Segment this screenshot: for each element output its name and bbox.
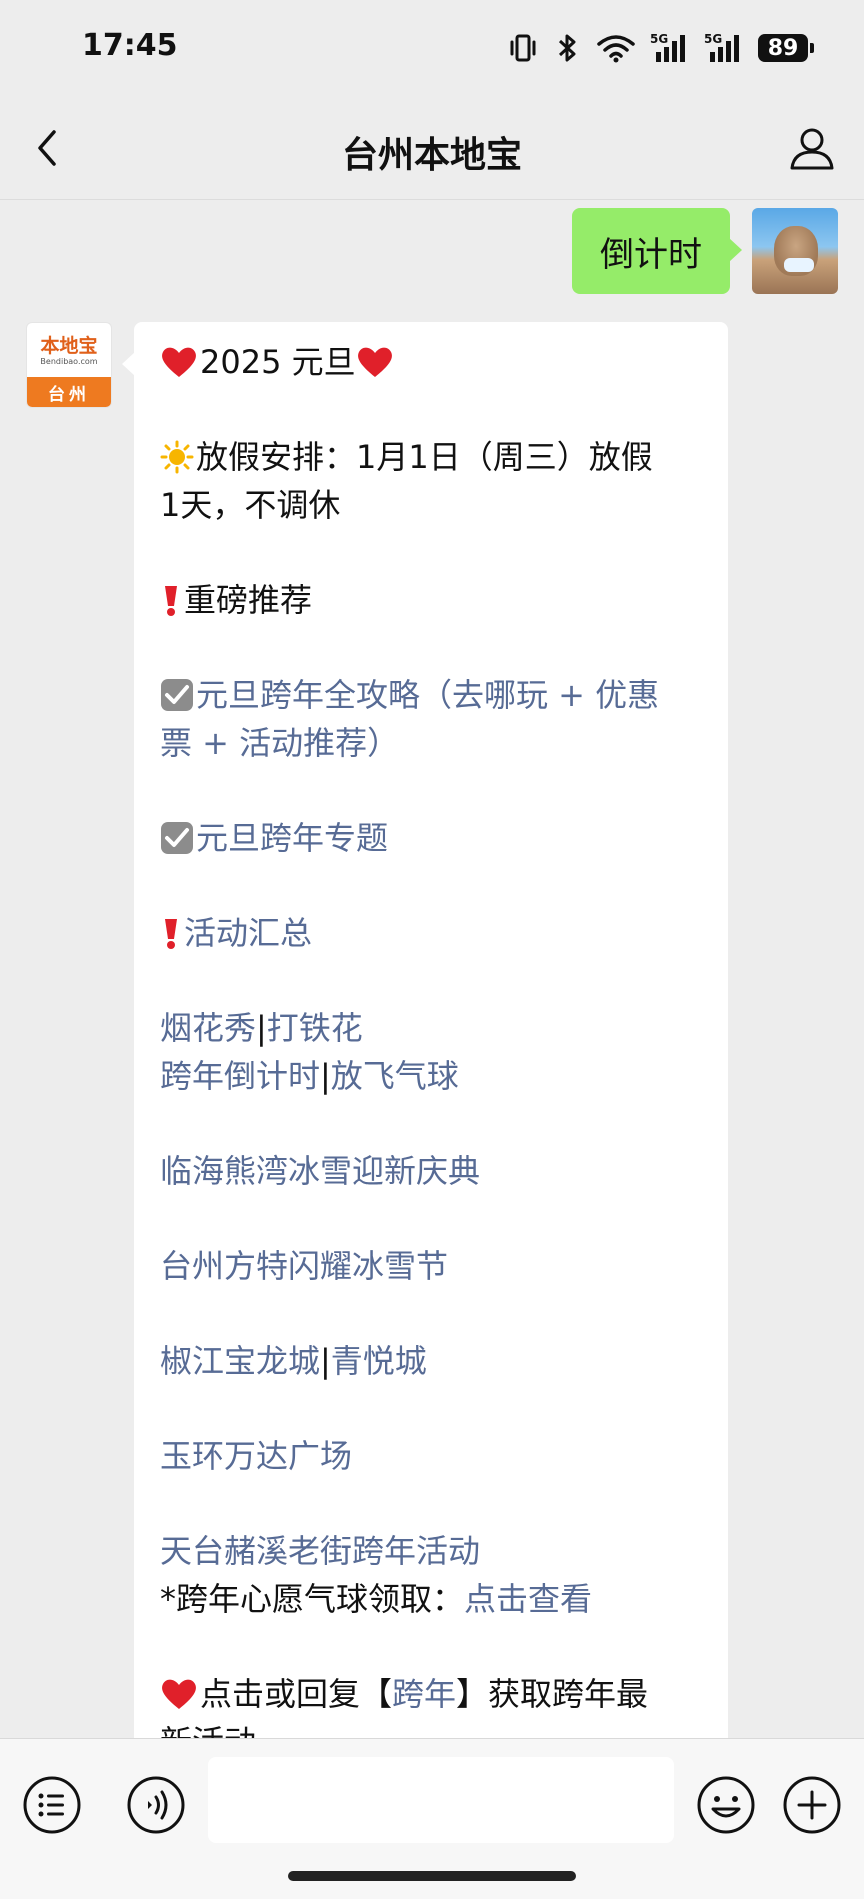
exclamation-icon [165, 586, 177, 616]
incoming-message-row: 本地宝 Bendibao.com 台州 2025 元旦 放假安排：1月1日（周三… [26, 322, 728, 1738]
qingyue-link[interactable]: 青悦城 [331, 1342, 427, 1380]
linhai-link[interactable]: 临海熊湾冰雪迎新庆典 [160, 1147, 702, 1195]
battery-icon: 89 [758, 34, 814, 62]
heart-icon [357, 347, 392, 377]
reply-keyword-link[interactable]: 跨年 [392, 1675, 456, 1713]
menu-list-icon[interactable] [22, 1775, 82, 1835]
tiantai-link[interactable]: 天台赭溪老街跨年活动 [160, 1527, 702, 1575]
page-title: 台州本地宝 [341, 135, 522, 176]
separator: | [256, 1009, 267, 1047]
network-label-2: 5G [704, 32, 722, 46]
holiday-line: 放假安排：1月1日（周三）放假 [160, 433, 702, 481]
outgoing-message-text: 倒计时 [600, 234, 702, 275]
avatar-city: 台州 [27, 377, 111, 407]
bluetooth-icon [558, 34, 576, 62]
activity-line-2: 跨年倒计时|放飞气球 [160, 1052, 702, 1100]
sun-icon [160, 440, 194, 474]
wish-link[interactable]: 点击查看 [464, 1580, 592, 1618]
home-indicator[interactable] [288, 1871, 576, 1881]
chat-area[interactable]: 倒计时 本地宝 Bendibao.com 台州 2025 元旦 放假安排：1月1… [0, 200, 864, 1738]
outgoing-message-row: 倒计时 [572, 208, 838, 294]
separator: | [320, 1057, 331, 1095]
bot-avatar[interactable]: 本地宝 Bendibao.com 台州 [26, 322, 112, 408]
signal-icon: 5G [650, 32, 685, 62]
fireworks-link[interactable]: 烟花秀 [160, 1009, 256, 1047]
avatar-brand: 本地宝 [40, 335, 98, 357]
network-label-1: 5G [650, 32, 668, 46]
balloons-link[interactable]: 放飞气球 [331, 1057, 459, 1095]
holiday-text: 放假安排：1月1日（周三）放假 [196, 438, 653, 476]
recommend-line: 重磅推荐 [160, 576, 702, 624]
heart-icon [162, 1679, 196, 1709]
recommend-text: 重磅推荐 [184, 581, 313, 619]
iron-flowers-link[interactable]: 打铁花 [267, 1009, 363, 1047]
reply-header-line: 2025 元旦 [160, 338, 702, 386]
outgoing-message-bubble[interactable]: 倒计时 [572, 208, 742, 294]
avatar-brand-sub: Bendibao.com [40, 357, 98, 366]
wish-line: *跨年心愿气球领取：点击查看 [160, 1575, 702, 1623]
reply-hint-cont: 新活动 [160, 1718, 702, 1738]
checkbox-icon [161, 822, 193, 854]
person-icon[interactable] [788, 124, 836, 172]
summary-link[interactable]: 活动汇总 [184, 914, 312, 952]
incoming-message-bubble[interactable]: 2025 元旦 放假安排：1月1日（周三）放假 1天，不调休 重磅推荐 元旦跨年… [122, 322, 728, 1738]
yuhuan-link[interactable]: 玉环万达广场 [160, 1432, 702, 1480]
jiaojiang-link[interactable]: 椒江宝龙城 [160, 1342, 320, 1380]
guide-link[interactable]: 元旦跨年全攻略（去哪玩 + 优惠 [196, 676, 659, 714]
user-avatar[interactable] [752, 208, 838, 294]
separator: | [320, 1342, 331, 1380]
wifi-icon [597, 35, 635, 63]
guide-line[interactable]: 元旦跨年全攻略（去哪玩 + 优惠 [160, 671, 702, 719]
mall-line: 椒江宝龙城|青悦城 [160, 1337, 702, 1385]
nav-bar: 台州本地宝 [0, 96, 864, 200]
summary-line[interactable]: 活动汇总 [160, 909, 702, 957]
reply-hint-prefix: 点击或回复【 [200, 1675, 393, 1713]
status-time: 17:45 [82, 28, 178, 63]
guide-link-cont[interactable]: 票 + 活动推荐） [160, 719, 702, 767]
reply-header: 2025 元旦 [200, 343, 356, 381]
reply-hint-line: 点击或回复【跨年】获取跨年最 [160, 1670, 702, 1718]
status-icons: 5G 5G 89 [508, 30, 814, 66]
plus-icon[interactable] [782, 1775, 842, 1835]
status-bar: 17:45 5G 5G 89 [0, 0, 864, 96]
vibrate-icon [510, 34, 536, 62]
topic-link[interactable]: 元旦跨年专题 [196, 819, 388, 857]
signal-icon: 5G [704, 32, 739, 62]
checkbox-icon [161, 679, 193, 711]
emoji-icon[interactable] [696, 1775, 756, 1835]
heart-icon [162, 347, 196, 377]
countdown-link[interactable]: 跨年倒计时 [160, 1057, 320, 1095]
wish-label: *跨年心愿气球领取： [160, 1580, 465, 1618]
message-input[interactable] [208, 1757, 674, 1843]
fantawild-link[interactable]: 台州方特闪耀冰雪节 [160, 1242, 702, 1290]
reply-hint-suffix: 】获取跨年最 [456, 1675, 649, 1713]
activity-line-1: 烟花秀|打铁花 [160, 1004, 702, 1052]
avatar-sticker [784, 258, 814, 272]
voice-icon[interactable] [126, 1775, 186, 1835]
topic-line[interactable]: 元旦跨年专题 [160, 814, 702, 862]
holiday-text-cont: 1天，不调休 [160, 486, 341, 524]
exclamation-icon [165, 919, 177, 949]
